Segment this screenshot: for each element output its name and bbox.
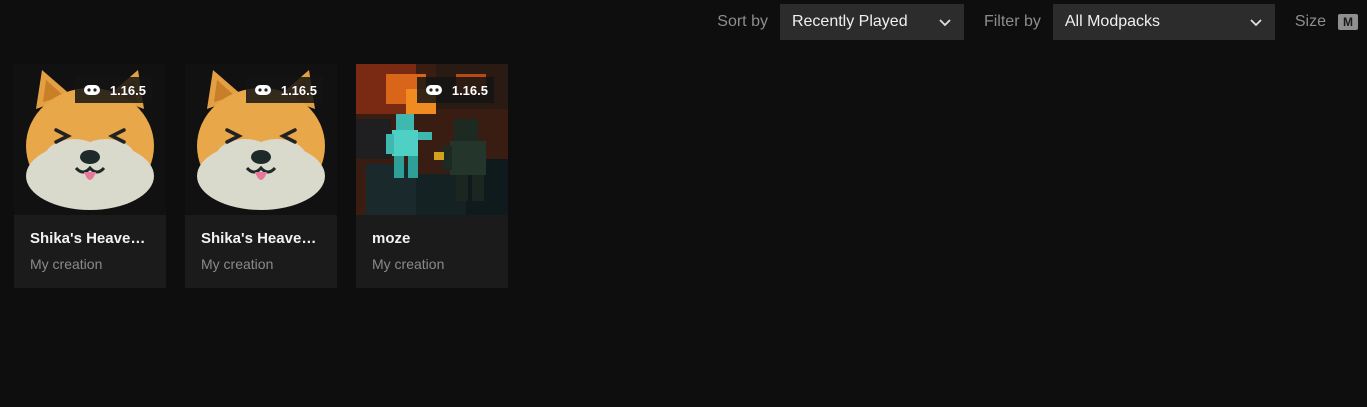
toolbar: Sort by Recently Played Filter by All Mo… [717, 4, 1367, 40]
modpack-title: Shika's Heaven... [30, 230, 150, 247]
sort-dropdown[interactable]: Recently Played [779, 4, 964, 40]
modpack-subtitle: My creation [201, 256, 274, 272]
filter-value: All Modpacks [1064, 13, 1161, 30]
modpack-card[interactable]: 1.16.5 Shika's Heaven... My creation [14, 64, 166, 288]
chevron-down-icon [939, 19, 951, 27]
version-text: 1.16.5 [280, 82, 317, 98]
modpack-card[interactable]: 1.16.5 moze My creation [356, 64, 508, 288]
modpack-thumbnail: 1.16.5 [14, 64, 166, 215]
modpack-thumbnail: 1.16.5 [356, 64, 508, 215]
version-badge: 1.16.5 [74, 77, 152, 103]
sort-label: Sort by [717, 13, 768, 30]
filter-dropdown[interactable]: All Modpacks [1052, 4, 1275, 40]
size-label: Size [1294, 13, 1326, 30]
filter-label: Filter by [983, 13, 1041, 30]
modpack-card[interactable]: 1.16.5 Shika's Heaven... My creation [185, 64, 337, 288]
gamepad-icon [83, 85, 100, 95]
version-badge: 1.16.5 [245, 77, 323, 103]
version-badge: 1.16.5 [416, 77, 494, 103]
modpack-subtitle: My creation [372, 256, 445, 272]
gamepad-icon [254, 85, 271, 95]
sort-value: Recently Played [791, 13, 908, 30]
version-text: 1.16.5 [451, 82, 488, 98]
version-text: 1.16.5 [109, 82, 146, 98]
chevron-down-icon [1250, 19, 1262, 27]
modpack-grid: 1.16.5 Shika's Heaven... My creation 1.1… [14, 64, 508, 288]
gamepad-icon [425, 85, 442, 95]
size-toggle[interactable]: M [1338, 14, 1358, 30]
modpack-title: Shika's Heaven... [201, 230, 321, 247]
modpack-thumbnail: 1.16.5 [185, 64, 337, 215]
modpack-subtitle: My creation [30, 256, 103, 272]
modpack-title: moze [372, 230, 411, 247]
